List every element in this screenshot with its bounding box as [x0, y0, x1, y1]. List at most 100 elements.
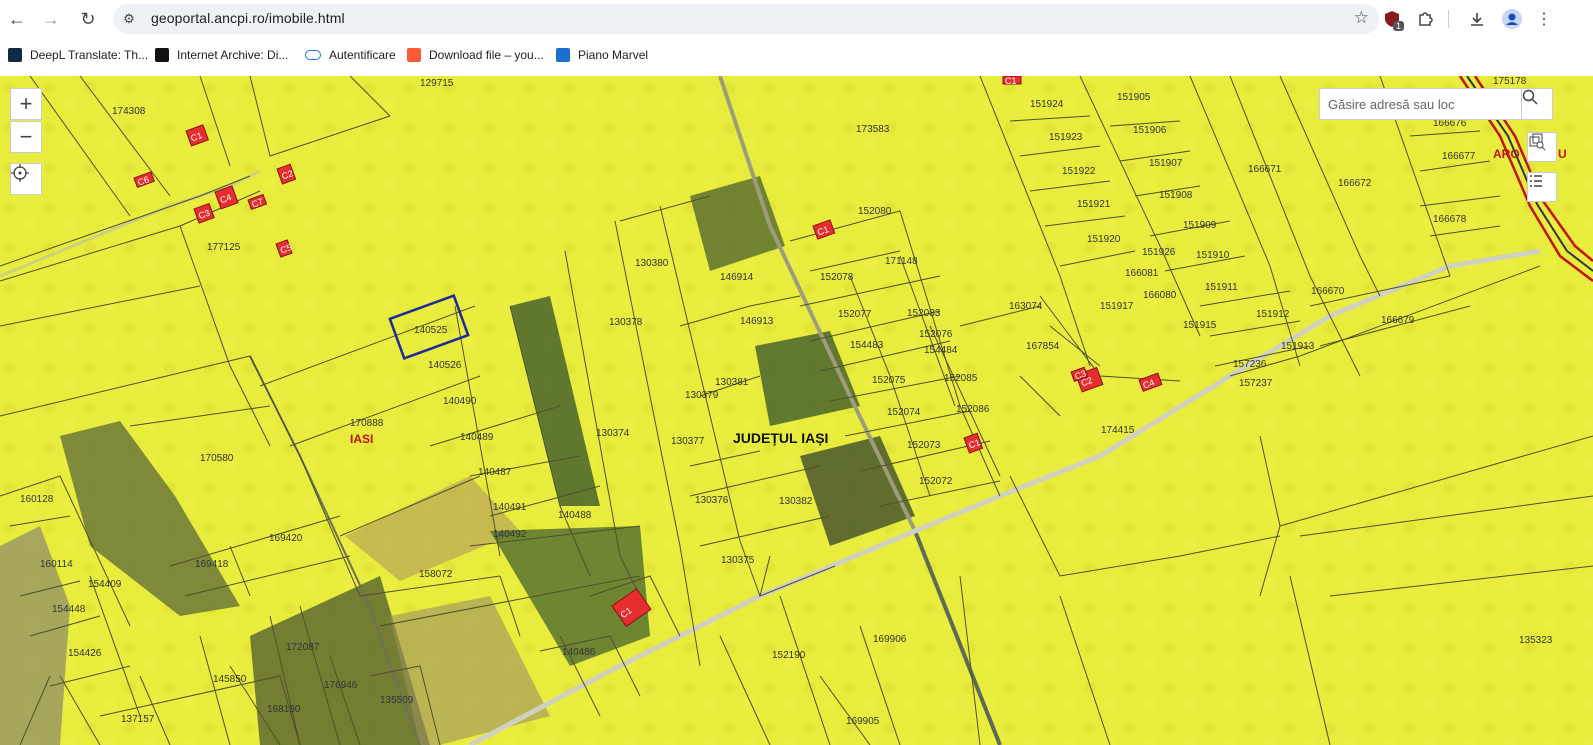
parcel-number-label[interactable]: 171148: [885, 256, 918, 267]
parcel-number-label[interactable]: 151911: [1205, 282, 1238, 293]
bookmark-star-icon[interactable]: ☆: [1354, 8, 1369, 28]
parcel-number-label[interactable]: 172087: [286, 642, 320, 653]
url-text[interactable]: geoportal.ancpi.ro/imobile.html: [151, 10, 345, 26]
parcel-number-label[interactable]: 152085: [944, 373, 978, 384]
parcel-number-label[interactable]: 160114: [40, 559, 73, 570]
parcel-number-label[interactable]: 177125: [207, 242, 241, 253]
parcel-number-label[interactable]: 151905: [1117, 92, 1151, 103]
parcel-number-label[interactable]: 166677: [1442, 151, 1476, 162]
parcel-number-label[interactable]: 151906: [1133, 125, 1167, 136]
parcel-number-label[interactable]: 152080: [858, 206, 892, 217]
legend-button[interactable]: [1527, 172, 1557, 202]
extensions-puzzle-icon[interactable]: [1413, 7, 1437, 31]
parcel-number-label[interactable]: 151922: [1062, 166, 1096, 177]
parcel-number-label[interactable]: 152074: [887, 407, 921, 418]
parcel-number-label[interactable]: 168180: [267, 704, 301, 715]
parcel-number-label[interactable]: 151923: [1049, 132, 1083, 143]
parcel-number-label[interactable]: 130381: [715, 377, 749, 388]
parcel-number-label[interactable]: 157237: [1239, 378, 1273, 389]
forward-icon[interactable]: →: [38, 6, 64, 32]
parcel-number-label[interactable]: 166679: [1381, 315, 1415, 326]
parcel-number-label[interactable]: 146913: [740, 316, 774, 327]
parcel-number-label[interactable]: 169420: [269, 533, 303, 544]
parcel-number-label[interactable]: 151917: [1100, 301, 1134, 312]
parcel-number-label[interactable]: 140486: [562, 647, 596, 658]
parcel-number-label[interactable]: 135509: [380, 695, 414, 706]
address-search-box[interactable]: [1319, 88, 1553, 120]
search-button[interactable]: [1521, 89, 1552, 119]
parcel-number-label[interactable]: 152076: [919, 329, 953, 340]
parcel-number-label[interactable]: 151912: [1256, 309, 1290, 320]
parcel-number-label[interactable]: 169418: [195, 559, 229, 570]
bookmark-item[interactable]: Autentificare: [305, 45, 396, 65]
building-footprint[interactable]: C1: [1002, 76, 1022, 86]
parcel-number-label[interactable]: 140492: [493, 529, 527, 540]
parcel-number-label[interactable]: 160128: [20, 494, 54, 505]
cadastral-map[interactable]: C1C2C3C4C5C6C7C1C1C2C3C4C1C1 12971517430…: [0, 76, 1593, 745]
parcel-number-label[interactable]: 166081: [1125, 268, 1159, 279]
parcel-number-label[interactable]: 154448: [52, 604, 86, 615]
parcel-number-label[interactable]: 140487: [478, 467, 512, 478]
parcel-number-label[interactable]: 152083: [907, 308, 941, 319]
parcel-number-label[interactable]: 154409: [88, 579, 122, 590]
parcel-number-label[interactable]: 154426: [68, 648, 102, 659]
zoom-out-button[interactable]: −: [10, 121, 42, 153]
parcel-number-label[interactable]: 130380: [635, 258, 669, 269]
parcel-number-label[interactable]: 140489: [460, 432, 494, 443]
parcel-number-label[interactable]: 169906: [873, 634, 907, 645]
parcel-number-label[interactable]: 151907: [1149, 158, 1183, 169]
parcel-number-label[interactable]: 166670: [1311, 286, 1345, 297]
parcel-number-label[interactable]: 152072: [919, 476, 953, 487]
parcel-number-label[interactable]: 166678: [1433, 214, 1467, 225]
parcel-number-label[interactable]: 140491: [493, 502, 527, 513]
address-bar[interactable]: ⚙ geoportal.ancpi.ro/imobile.html ☆: [113, 4, 1379, 34]
parcel-number-label[interactable]: 140526: [428, 360, 462, 371]
parcel-number-label[interactable]: 167854: [1026, 341, 1060, 352]
parcel-number-label[interactable]: 151926: [1142, 247, 1176, 258]
parcel-number-label[interactable]: 151913: [1281, 341, 1315, 352]
parcel-number-label[interactable]: 135323: [1519, 635, 1553, 646]
parcel-number-label[interactable]: 151924: [1030, 99, 1064, 110]
bookmark-item[interactable]: Download file – you...: [407, 45, 544, 65]
parcel-number-label[interactable]: 154483: [850, 340, 884, 351]
parcel-number-label[interactable]: 152077: [838, 309, 872, 320]
parcel-number-label[interactable]: 154484: [924, 345, 958, 356]
parcel-number-label[interactable]: 145850: [213, 674, 247, 685]
extension-shield-icon[interactable]: 1: [1380, 7, 1404, 31]
parcel-number-label[interactable]: 152190: [772, 650, 806, 661]
parcel-number-label[interactable]: 175178: [1493, 76, 1527, 87]
locate-button[interactable]: [10, 163, 42, 195]
parcel-number-label[interactable]: 151921: [1077, 199, 1111, 210]
parcel-number-label[interactable]: 129715: [420, 78, 454, 89]
parcel-number-label[interactable]: 174415: [1101, 425, 1135, 436]
browser-menu-icon[interactable]: ⋮: [1532, 7, 1556, 31]
bookmark-item[interactable]: Internet Archive: Di...: [155, 45, 288, 65]
parcel-number-label[interactable]: 130379: [685, 390, 719, 401]
parcel-number-label[interactable]: 157236: [1233, 359, 1267, 370]
parcel-number-label[interactable]: 151910: [1196, 250, 1230, 261]
map-view[interactable]: C1 C2 C3 C4 C5 C6 C7 C1 C1 C2 C3 C4 C1 C1 129715 17430…: [0, 76, 1593, 745]
download-icon[interactable]: [1465, 7, 1489, 31]
back-icon[interactable]: ←: [4, 6, 30, 32]
reload-icon[interactable]: ↻: [75, 6, 101, 32]
parcel-number-label[interactable]: 140525: [414, 325, 448, 336]
parcel-number-label[interactable]: 130374: [596, 428, 630, 439]
parcel-number-label[interactable]: 176946: [324, 680, 358, 691]
address-search-input[interactable]: [1320, 89, 1520, 119]
parcel-number-label[interactable]: 166080: [1143, 290, 1177, 301]
bookmark-item[interactable]: Piano Marvel: [556, 45, 648, 65]
parcel-number-label[interactable]: 151915: [1183, 320, 1217, 331]
parcel-number-label[interactable]: 166671: [1248, 164, 1282, 175]
parcel-number-label[interactable]: 130377: [671, 436, 705, 447]
site-info-icon[interactable]: ⚙: [121, 11, 137, 27]
parcel-number-label[interactable]: 130375: [721, 555, 755, 566]
parcel-number-label[interactable]: 158072: [419, 569, 453, 580]
profile-avatar-icon[interactable]: [1500, 7, 1524, 31]
parcel-number-label[interactable]: 163074: [1009, 301, 1043, 312]
parcel-number-label[interactable]: 170580: [200, 453, 234, 464]
parcel-number-label[interactable]: 137157: [121, 714, 155, 725]
parcel-number-label[interactable]: 151920: [1087, 234, 1121, 245]
parcel-number-label[interactable]: 130376: [695, 495, 729, 506]
parcel-number-label[interactable]: 152075: [872, 375, 906, 386]
parcel-number-label[interactable]: 152086: [956, 404, 990, 415]
